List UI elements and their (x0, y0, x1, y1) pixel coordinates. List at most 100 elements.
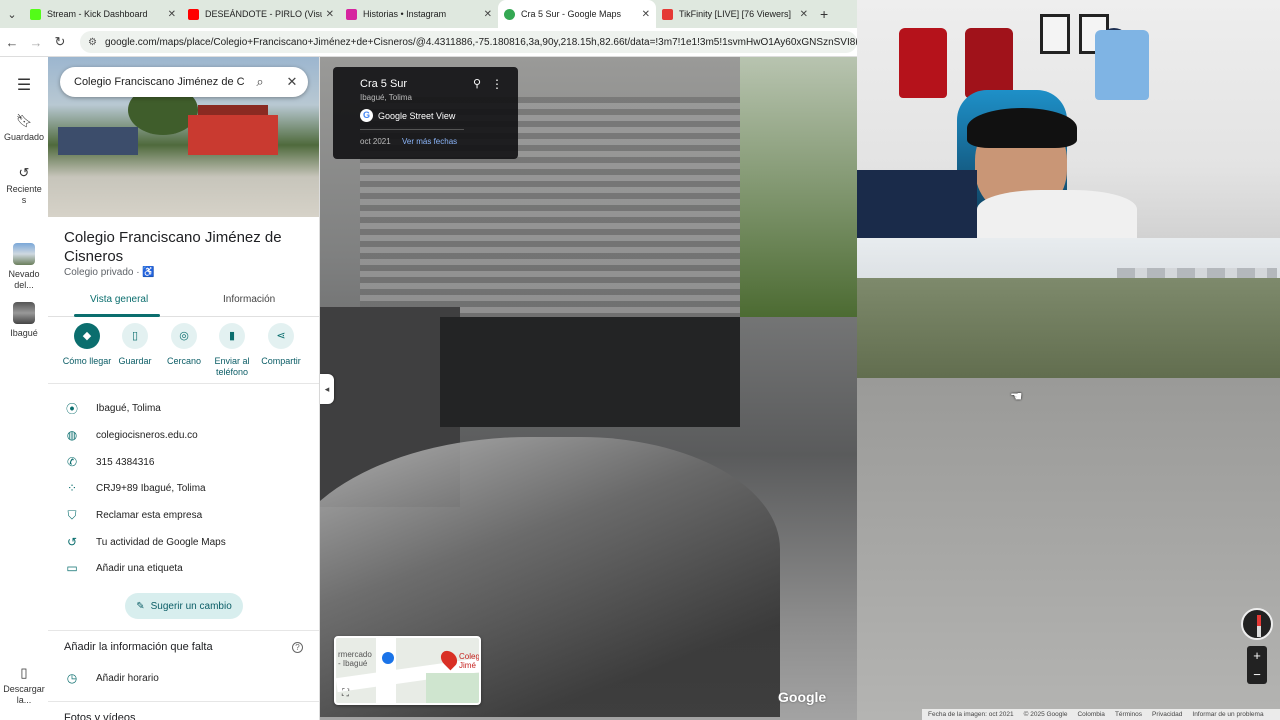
tab-label: TikFinity [LIVE] [76 Viewers] (679, 9, 792, 19)
rail-item-label: Recientes (6, 184, 42, 205)
phone-icon: ▯ (20, 665, 28, 680)
add-hours-row[interactable]: ◷ Añadir horario (48, 665, 319, 691)
add-label-row[interactable]: ▭ Añadir una etiqueta (48, 555, 319, 581)
browser-tab[interactable]: Stream - Kick Dashboard ✕ (24, 0, 182, 28)
close-icon[interactable]: ✕ (276, 74, 308, 90)
claim-business-row[interactable]: ⛉ Reclamar esta empresa (48, 502, 319, 528)
place-category: Colegio privado · ♿ (64, 267, 155, 278)
maps-favicon-icon (504, 8, 515, 20)
minimap[interactable]: rmercado - Ibagué Coleg Jimé ⛶ (334, 636, 481, 705)
browser-tab-bar: ⌄ Stream - Kick Dashboard ✕ DESEÁNDOTE -… (0, 0, 857, 28)
phone-row[interactable]: ✆ 315 4384316 (48, 449, 319, 475)
street-view-canvas-right[interactable] (857, 238, 1280, 720)
plus-code-row[interactable]: ⁘ CRJ9+89 Ibagué, Tolima (48, 475, 319, 501)
website-row[interactable]: ◍ colegiocisneros.edu.co (48, 422, 319, 448)
suggest-edit-button[interactable]: ✎ Sugerir un cambio (125, 593, 243, 619)
phone-icon: ▮ (219, 323, 245, 349)
zoom-in-button[interactable]: + (1247, 646, 1267, 665)
zoom-out-button[interactable]: − (1247, 665, 1267, 684)
forward-arrow-icon[interactable]: → (24, 35, 48, 50)
share-icon: ⋖ (268, 323, 294, 349)
report-problem-link[interactable]: Informar de un problema (1192, 711, 1263, 718)
pencil-icon: ✎ (136, 600, 145, 612)
rail-item-label: Guardado (3, 132, 45, 142)
city-name: Ibagué, Tolima (360, 93, 412, 102)
rail-item-recents[interactable]: ↺ Recientes (0, 165, 48, 206)
zoom-controls: + − (1247, 646, 1267, 684)
reload-icon[interactable]: ↻ (48, 34, 72, 50)
terms-link[interactable]: Términos (1115, 711, 1142, 718)
divider (48, 383, 319, 384)
imagery-date: Fecha de la imagen: oct 2021 (928, 711, 1014, 718)
rail-item-ibague[interactable]: Ibagué (0, 302, 48, 338)
info-text: 315 4384316 (96, 456, 155, 468)
new-tab-button[interactable]: + (820, 6, 828, 22)
location-pin-icon[interactable]: ⚲ (473, 77, 481, 90)
shirt (977, 190, 1137, 238)
search-icon[interactable]: ⌕ (244, 74, 276, 90)
browser-tab[interactable]: Historias • Instagram ✕ (340, 0, 498, 28)
address-row[interactable]: ⦿ Ibagué, Tolima (48, 395, 319, 421)
info-text: Reclamar esta empresa (96, 509, 203, 521)
more-options-icon[interactable]: ⋮ (491, 77, 503, 91)
capture-date: oct 2021 (360, 137, 391, 146)
close-icon[interactable]: ✕ (484, 9, 492, 20)
history-icon: ↺ (18, 165, 30, 180)
map-footer: Fecha de la imagen: oct 2021 © 2025 Goog… (922, 709, 1280, 720)
address-bar[interactable]: ⚙ google.com/maps/place/Colegio+Francisc… (80, 31, 857, 53)
directions-icon: ◆ (74, 323, 100, 349)
help-icon[interactable]: ? (292, 642, 303, 653)
region-link[interactable]: Colombia (1077, 711, 1104, 718)
place-title: Colegio Franciscano Jiménez de Cisneros (64, 229, 282, 265)
info-text: colegiocisneros.edu.co (96, 429, 198, 441)
close-icon[interactable]: ✕ (326, 9, 334, 20)
search-box[interactable]: Colegio Franciscano Jiménez de Cis ⌕ ✕ (60, 67, 308, 97)
browser-toolbar: ← → ↻ ⚙ google.com/maps/place/Colegio+Fr… (0, 28, 857, 57)
more-dates-link[interactable]: Ver más fechas (402, 137, 457, 146)
divider (360, 129, 464, 130)
minimap-place-label: Coleg Jimé (459, 652, 480, 670)
close-icon[interactable]: ✕ (642, 9, 650, 20)
browser-tab-active[interactable]: Cra 5 Sur - Google Maps ✕ (498, 0, 656, 28)
active-tab-indicator (74, 314, 160, 317)
phone-icon: ✆ (66, 455, 78, 469)
site-info-icon[interactable]: ⚙ (88, 37, 97, 48)
action-label: Enviar al teléfono (214, 356, 250, 377)
maps-left-rail: ☰ 🔖︎ Guardado ↺ Recientes Nevado del... … (0, 57, 48, 720)
info-text: CRJ9+89 Ibagué, Tolima (96, 482, 206, 494)
tab-info[interactable]: Información (223, 294, 275, 305)
back-arrow-icon[interactable]: ← (0, 35, 24, 50)
roadside-greenery (857, 278, 1280, 388)
privacy-link[interactable]: Privacidad (1152, 711, 1182, 718)
compass-icon[interactable] (1241, 608, 1273, 640)
picture-frame (1040, 14, 1070, 54)
google-g-icon: G (360, 109, 373, 122)
share-button[interactable]: ⋖ Compartir (253, 323, 309, 367)
browser-tab[interactable]: TikFinity [LIVE] [76 Viewers] ✕ (656, 0, 814, 28)
menu-icon[interactable]: ☰ (0, 75, 48, 95)
clock-icon: ◷ (66, 671, 78, 685)
browser-tab[interactable]: DESEÁNDOTE - PIRLO (Visualiz ✕ (182, 0, 340, 28)
search-input[interactable]: Colegio Franciscano Jiménez de Cis (74, 76, 244, 88)
tab-overview[interactable]: Vista general (90, 294, 148, 305)
info-text: Tu actividad de Google Maps (96, 536, 226, 548)
rail-item-download[interactable]: ▯ Descargar la... (0, 665, 48, 706)
collapse-panel-button[interactable]: ◂ (320, 374, 334, 404)
photos-heading: Fotos y vídeos (64, 712, 136, 720)
divider (48, 701, 319, 702)
action-label: Guardar (118, 356, 152, 366)
close-icon[interactable]: ✕ (168, 9, 176, 20)
expand-icon[interactable]: ⛶ (342, 688, 349, 699)
cap (967, 108, 1077, 148)
park-area (426, 673, 479, 703)
place-panel: Colegio Franciscano Jiménez de Cis ⌕ ✕ C… (48, 57, 320, 720)
save-button[interactable]: ▯ Guardar (107, 323, 163, 367)
tab-search-icon[interactable]: ⌄ (0, 0, 24, 28)
rail-item-nevado[interactable]: Nevado del... (0, 243, 48, 291)
rail-item-saved[interactable]: 🔖︎ Guardado (0, 113, 48, 142)
activity-row[interactable]: ↺ Tu actividad de Google Maps (48, 529, 319, 555)
send-to-phone-button[interactable]: ▮ Enviar al teléfono (204, 323, 260, 378)
minimap-label: rmercado - Ibagué (338, 650, 372, 668)
place-thumbnail (13, 243, 35, 265)
close-icon[interactable]: ✕ (800, 9, 808, 20)
